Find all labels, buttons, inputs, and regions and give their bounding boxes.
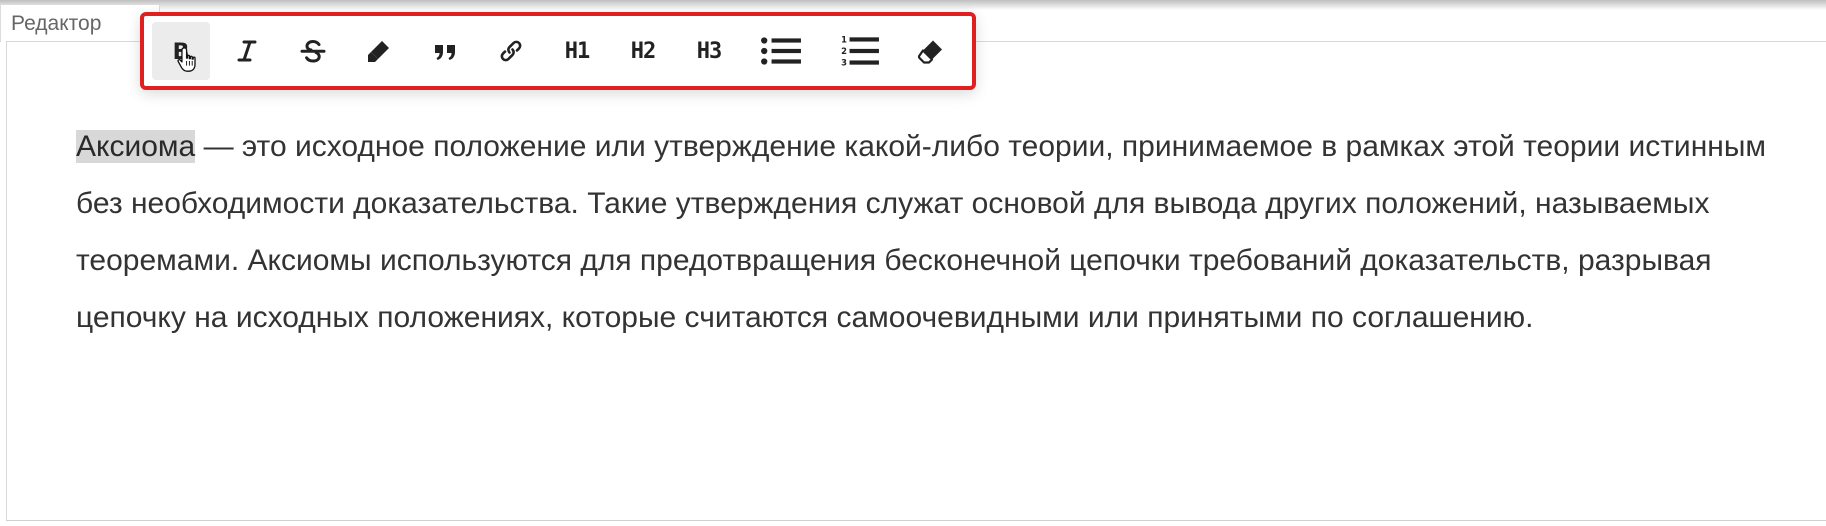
bold-button[interactable]: B [152,22,210,80]
editor-page: Редактор B H1 H2 H3 1 2 3 Аксиома — это … [0,0,1826,526]
strikethrough-icon [299,37,327,65]
heading-1-icon: H1 [564,38,590,64]
editor-content[interactable]: Аксиома — это исходное положение или утв… [76,118,1776,346]
bullet-list-icon [760,35,802,67]
bold-glyph: B [173,40,190,65]
link-button[interactable] [482,22,540,80]
svg-text:3: 3 [841,58,847,68]
window-top-edge [0,0,1826,10]
italic-icon [233,37,261,65]
numbered-list-icon: 1 2 3 [838,34,880,68]
heading-3-icon: H3 [696,38,722,64]
heading-2-button[interactable]: H2 [614,22,672,80]
selected-text[interactable]: Аксиома [76,130,196,163]
svg-text:1: 1 [841,35,847,45]
formatting-toolbar: B H1 H2 H3 1 2 3 [140,12,976,90]
italic-button[interactable] [218,22,276,80]
bold-icon: B [167,37,195,65]
paragraph-text: — это исходное положение или утверждение… [76,130,1767,334]
editor-bottom-border [6,520,1826,521]
bullet-list-button[interactable] [746,22,816,80]
link-icon [497,37,525,65]
highlighter-icon [365,37,393,65]
strikethrough-button[interactable] [284,22,342,80]
quote-icon [431,37,459,65]
paragraph: Аксиома — это исходное положение или утв… [76,118,1776,346]
clear-format-button[interactable] [902,22,960,80]
numbered-list-button[interactable]: 1 2 3 [824,22,894,80]
quote-button[interactable] [416,22,474,80]
heading-2-icon: H2 [630,38,656,64]
highlight-button[interactable] [350,22,408,80]
eraser-icon [917,37,945,65]
svg-text:2: 2 [841,46,847,56]
heading-3-button[interactable]: H3 [680,22,738,80]
editor-tab[interactable]: Редактор [0,4,160,42]
heading-1-button[interactable]: H1 [548,22,606,80]
